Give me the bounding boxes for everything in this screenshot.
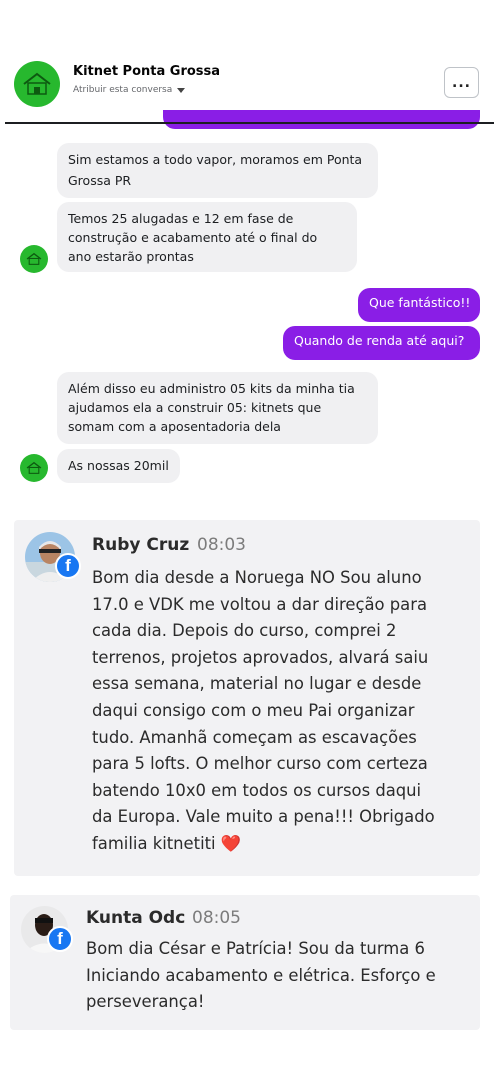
comment-line: batendo 10x0 em todos os cursos daqui [92,780,422,800]
house-logo-icon [23,72,51,95]
incoming-message: Além disso eu administro 05 kits da minh… [57,372,378,444]
facebook-icon: f [55,553,81,579]
comment-line: daqui consigo com o meu Pai organizar [92,700,415,720]
comment-time: 08:05 [192,908,241,928]
comment-line: familia kitnetiti ❤️ [92,833,242,853]
comment-line: terrenos, projetos aprovados, alvará sai… [92,647,429,667]
comment-line: 17.0 e VDK me voltou a dar direção para [92,594,427,614]
more-icon: ... [452,74,471,91]
previous-message-bubble [163,110,480,129]
comment-line: Iniciando acabamento e elétrica. Esforço… [86,965,436,985]
assign-conversation-dropdown[interactable]: Atribuir esta conversa [73,85,186,95]
comment-line: cada dia. Depois do curso, comprei 2 [92,621,397,641]
message-line: construção e acabamento até o final do [68,230,318,245]
house-logo-icon [26,252,42,265]
comment-text: Bom dia César e Patrícia! Sou da turma 6… [86,936,436,1016]
comment-time: 08:03 [197,535,246,555]
comment-line: para 5 lofts. O melhor curso com certeza [92,754,428,774]
page-avatar-small [20,454,48,482]
more-options-button[interactable]: ... [444,67,479,98]
incoming-message: Sim estamos a todo vapor, moramos em Pon… [57,143,378,198]
comment-line: Bom dia César e Patrícia! Sou da turma 6 [86,939,425,958]
page-name: Kitnet Ponta Grossa [73,64,221,79]
message-line: Sim estamos a todo vapor, moramos em Pon… [68,152,363,167]
comment-line: Bom dia desde a Noruega NO Sou aluno [92,568,422,587]
comment-line: da Europa. Vale muito a pena!!! Obrigado [92,807,435,827]
comment-line: perseverança! [86,992,205,1012]
page-avatar[interactable] [14,61,60,107]
message-text: Que fantástico!! [369,295,471,310]
header-divider [5,122,494,124]
comment-author[interactable]: Ruby Cruz [92,535,189,555]
incoming-message: Temos 25 alugadas e 12 em fase de constr… [57,202,357,272]
message-line: somam com a aposentadoria dela [68,419,281,434]
incoming-message: As nossas 20mil [57,449,180,483]
page-avatar-small [20,245,48,273]
message-line: As nossas 20mil [68,458,169,473]
chevron-down-icon [177,87,186,93]
message-line: ano estarão prontas [68,249,194,264]
message-line: Temos 25 alugadas e 12 em fase de [68,211,294,226]
comment-card: f Ruby Cruz 08:03 Bom dia desde a Norueg… [14,520,480,876]
comment-line: tudo. Amanhã começam as escavações [92,727,417,747]
outgoing-message: Quando de renda até aqui? [283,326,480,360]
message-line: Além disso eu administro 05 kits da minh… [68,381,355,396]
message-line: ajudamos ela a construir 05: kitnets que [68,400,322,415]
assign-label: Atribuir esta conversa [73,85,173,95]
facebook-icon: f [47,926,73,952]
comment-author[interactable]: Kunta Odc [86,908,185,928]
comment-card: f Kunta Odc 08:05 Bom dia César e Patríc… [10,895,480,1030]
comment-text: Bom dia desde a Noruega NO Sou aluno 17.… [92,565,435,858]
outgoing-message: Que fantástico!! [358,288,480,322]
message-line: Grossa PR [68,173,132,188]
message-text: Quando de renda até aqui? [294,333,465,348]
house-logo-icon [26,461,42,474]
comment-line: essa semana, material no lugar e desde [92,674,422,694]
